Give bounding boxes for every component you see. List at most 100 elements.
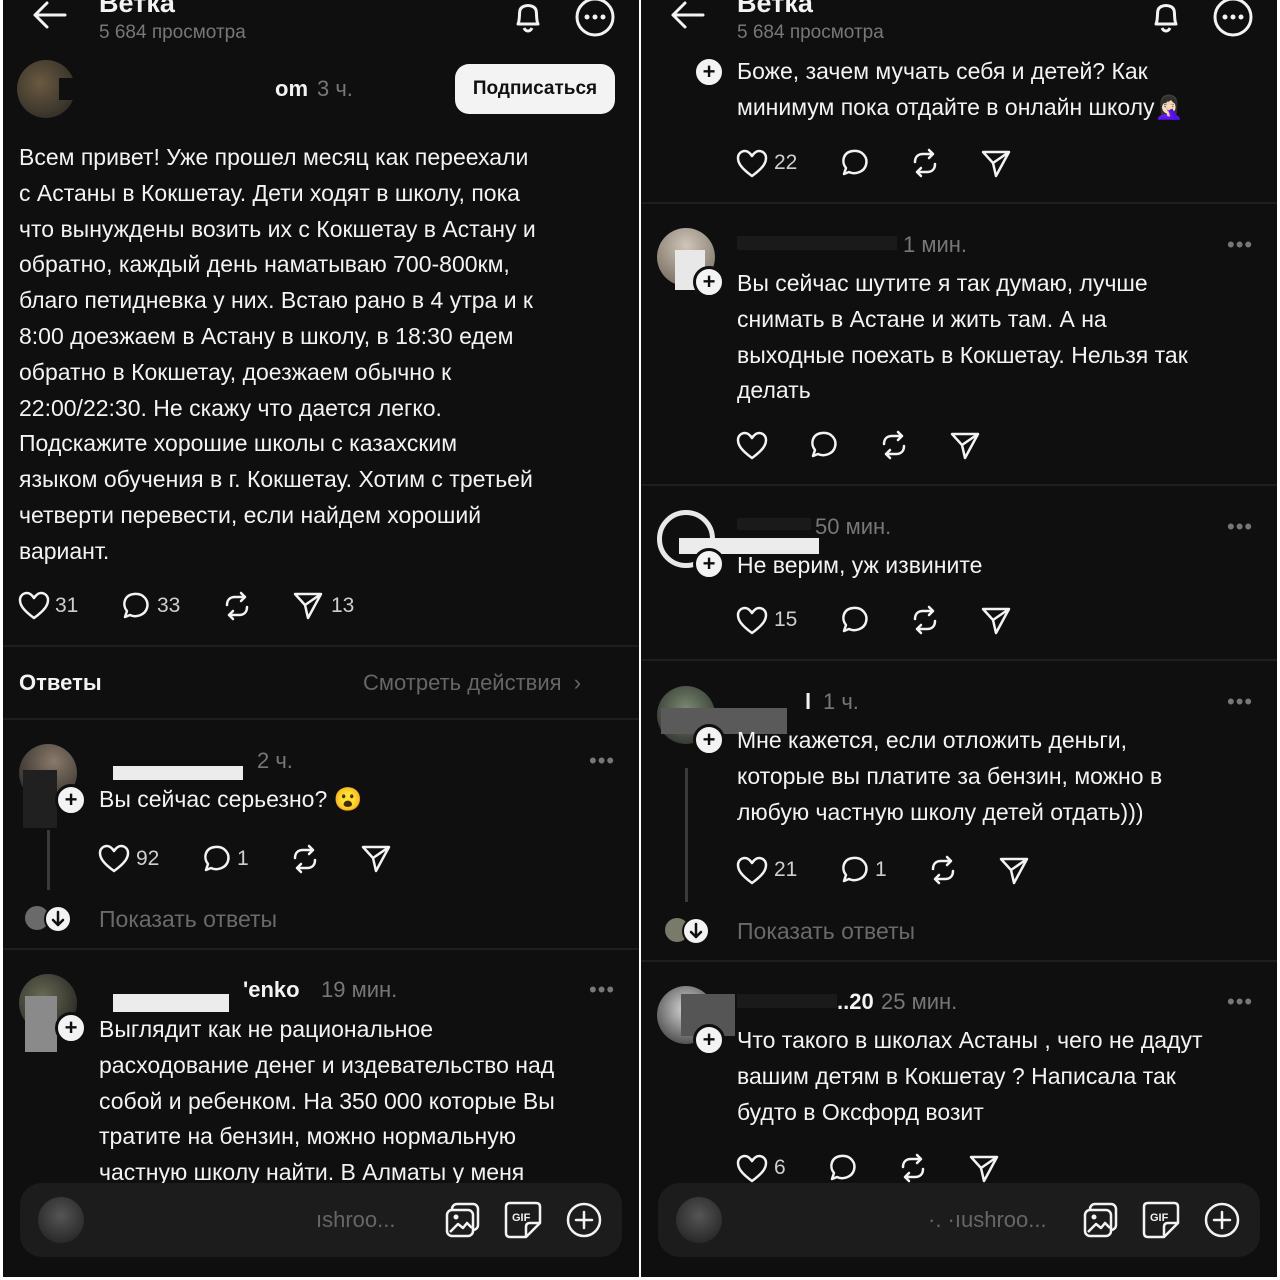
reply-bar[interactable]: ·. ·ıushroo... GIF (658, 1183, 1260, 1257)
gif-icon[interactable]: GIF (1142, 1201, 1180, 1239)
reply-line: тратите на бензин, можно нормальную (99, 1123, 516, 1150)
heart-icon[interactable] (736, 149, 768, 178)
redaction (113, 766, 243, 780)
follow-plus-icon[interactable]: + (55, 1012, 87, 1044)
reply-line: расходование денег и издевательство над (99, 1051, 555, 1078)
post-line: обратно в Кокшетау, доезжаем обычно к (19, 358, 452, 385)
right-screenshot: Ветка 5 684 просмотра + Боже, зачем муча… (641, 0, 1277, 1277)
divider (641, 484, 1277, 486)
svg-text:GIF: GIF (512, 1212, 531, 1224)
comment-icon[interactable] (201, 844, 231, 874)
reply-author[interactable]: ..20 (837, 989, 874, 1015)
follow-plus-icon[interactable]: + (693, 1024, 725, 1056)
post-line: 22:00/22:30. Не скажу что дается легко. (19, 394, 442, 421)
view-activity-link[interactable]: Смотреть действия › (363, 670, 581, 696)
send-icon[interactable] (981, 150, 1011, 178)
comment-count: 33 (157, 594, 181, 617)
comment-count: 1 (237, 847, 249, 870)
reply-line: любую частную школу детей отдать))) (737, 798, 1144, 825)
repost-icon[interactable] (222, 591, 252, 621)
reply-input[interactable]: ıshroo... (316, 1207, 395, 1233)
view-count: 5 684 просмотра (99, 22, 246, 43)
reply-input[interactable]: ·. ·ıushroo... (928, 1207, 1047, 1233)
more-icon[interactable] (574, 0, 616, 38)
reply-time: 1 ч. (823, 689, 859, 714)
reply-time: 1 мин. (903, 232, 968, 257)
reply-text: Мне кажется, если отложить деньги, котор… (737, 723, 1267, 830)
repost-icon[interactable] (898, 1153, 928, 1183)
repost-icon[interactable] (879, 430, 909, 460)
more-options-icon[interactable]: ••• (1227, 514, 1253, 540)
add-icon[interactable] (565, 1201, 603, 1239)
add-icon[interactable] (1203, 1201, 1241, 1239)
heart-icon[interactable] (736, 856, 768, 885)
gif-icon[interactable]: GIF (504, 1201, 542, 1239)
reply-author[interactable]: 'enko (243, 977, 300, 1003)
follow-plus-icon[interactable]: + (693, 724, 725, 756)
follow-plus-icon[interactable]: + (693, 56, 725, 88)
follow-plus-icon[interactable]: + (693, 548, 725, 580)
send-icon[interactable] (999, 857, 1029, 885)
reply-line: будто в Оксфорд возит (737, 1098, 984, 1125)
post-line: четверти перевести, если найдем хороший (19, 501, 482, 528)
more-options-icon[interactable]: ••• (589, 748, 615, 774)
arrow-down-icon[interactable] (681, 916, 711, 946)
subscribe-button[interactable]: Подписаться (455, 64, 615, 114)
send-icon[interactable] (950, 432, 980, 460)
heart-icon[interactable] (736, 1154, 768, 1183)
reply-text: Выглядит как не рациональное расходовани… (99, 1012, 619, 1191)
repost-icon[interactable] (290, 844, 320, 874)
redaction (23, 770, 57, 828)
send-icon[interactable] (361, 845, 391, 873)
comment-icon[interactable] (839, 148, 869, 178)
more-options-icon[interactable]: ••• (589, 977, 615, 1003)
send-icon[interactable] (969, 1155, 999, 1183)
reply-author[interactable]: l (805, 689, 811, 715)
image-icon[interactable] (444, 1201, 482, 1239)
share-count: 13 (331, 594, 355, 617)
comment-icon[interactable] (827, 1153, 857, 1183)
like-count: 6 (774, 1156, 786, 1179)
arrow-down-icon[interactable] (43, 904, 73, 934)
back-arrow-icon[interactable] (33, 1, 67, 29)
post-author[interactable]: om (275, 76, 308, 102)
reply-text: Вы сейчас серьезно? 😮 (99, 786, 363, 812)
back-arrow-icon[interactable] (671, 1, 705, 29)
post-line: языком обучения в г. Кокшетау. Хотим с т… (19, 466, 533, 493)
thread-line (685, 768, 688, 902)
heart-icon[interactable] (736, 606, 768, 635)
show-replies-link[interactable]: Показать ответы (99, 906, 277, 933)
post-line: обратно, каждый день наматываю 700-800км… (19, 251, 510, 278)
heart-icon[interactable] (736, 431, 768, 460)
redaction (737, 994, 837, 1008)
comment-icon[interactable] (120, 591, 150, 621)
reply-line: Выглядит как не рациональное (99, 1016, 434, 1042)
heart-icon[interactable] (18, 591, 50, 620)
repost-icon[interactable] (910, 148, 940, 178)
follow-plus-icon[interactable]: + (55, 784, 87, 816)
comment-icon[interactable] (808, 430, 838, 460)
bell-icon[interactable] (511, 0, 545, 34)
more-options-icon[interactable]: ••• (1227, 689, 1253, 715)
repost-icon[interactable] (910, 605, 940, 635)
more-icon[interactable] (1212, 0, 1254, 38)
comment-icon[interactable] (839, 855, 869, 885)
like-count: 15 (774, 608, 798, 631)
heart-icon[interactable] (98, 844, 130, 873)
send-icon[interactable] (981, 607, 1011, 635)
bell-icon[interactable] (1149, 0, 1183, 34)
more-options-icon[interactable]: ••• (1227, 232, 1253, 258)
post-text: Всем привет! Уже прошел месяц как переех… (19, 140, 619, 570)
send-icon[interactable] (293, 592, 323, 620)
like-count: 21 (774, 858, 798, 881)
repost-icon[interactable] (928, 855, 958, 885)
follow-plus-icon[interactable]: + (693, 266, 725, 298)
image-icon[interactable] (1082, 1201, 1120, 1239)
reply-bar[interactable]: ıshroo... GIF (20, 1183, 622, 1257)
redaction (59, 78, 269, 100)
reply-line: Что такого в школах Астаны , чего не дад… (737, 1027, 1203, 1053)
show-replies-link[interactable]: Показать ответы (737, 918, 915, 945)
comment-icon[interactable] (839, 605, 869, 635)
more-options-icon[interactable]: ••• (1227, 989, 1253, 1015)
redaction (737, 518, 811, 530)
